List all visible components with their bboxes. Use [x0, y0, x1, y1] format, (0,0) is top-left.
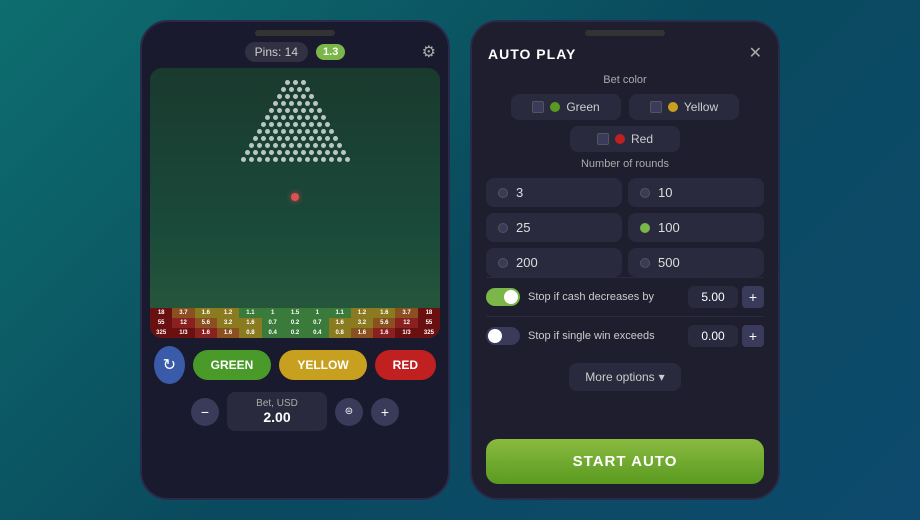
round-3-value: 3: [516, 185, 523, 200]
bet-amount-row: − Bet, USD 2.00 ⊜ +: [154, 392, 436, 431]
single-win-plus[interactable]: +: [742, 325, 764, 347]
left-phone: Pins: 14 1.3 ⚙ 183.71.61.21.111.511.11.2…: [140, 20, 450, 500]
cash-decrease-value[interactable]: 5.00: [688, 286, 738, 308]
rounds-grid: 3 10 25 100 200 500: [486, 178, 764, 277]
score-rows: 183.71.61.21.111.511.11.21.63.718 55125.…: [150, 308, 440, 338]
single-win-value-row: 0.00 +: [684, 325, 764, 347]
red-button[interactable]: RED: [375, 350, 436, 380]
bet-controls: ↻ GREEN YELLOW RED − Bet, USD 2.00 ⊜ +: [142, 338, 448, 439]
red-name: Red: [631, 132, 653, 146]
more-options-button[interactable]: More options ▾: [569, 363, 680, 391]
round-500-value: 500: [658, 255, 680, 270]
right-panel: AUTO PLAY ✕ Bet color Green Yellow Red: [470, 20, 780, 500]
green-button[interactable]: GREEN: [193, 350, 272, 380]
round-option-25[interactable]: 25: [486, 213, 622, 242]
round-100-value: 100: [658, 220, 680, 235]
round-option-500[interactable]: 500: [628, 248, 764, 277]
yellow-selector: [650, 101, 662, 113]
single-win-toggle[interactable]: [486, 327, 520, 345]
color-option-red[interactable]: Red: [570, 126, 680, 152]
rounds-label: Number of rounds: [486, 158, 764, 170]
more-options-label: More options: [585, 370, 654, 384]
round-option-10[interactable]: 10: [628, 178, 764, 207]
refresh-button[interactable]: ↻: [154, 346, 185, 384]
panel-title: AUTO PLAY: [488, 46, 576, 62]
color-option-yellow[interactable]: Yellow: [629, 94, 739, 120]
radio-3: [498, 188, 508, 198]
close-button[interactable]: ✕: [749, 46, 762, 62]
radio-200: [498, 258, 508, 268]
bet-plus-button[interactable]: +: [371, 398, 399, 426]
red-dot: [615, 134, 625, 144]
bet-label: Bet, USD: [247, 398, 307, 409]
cash-decrease-plus[interactable]: +: [742, 286, 764, 308]
red-selector: [597, 133, 609, 145]
single-win-row: Stop if single win exceeds 0.00 +: [486, 316, 764, 355]
bet-color-label: Bet color: [486, 74, 764, 86]
radio-25: [498, 223, 508, 233]
color-buttons: ↻ GREEN YELLOW RED: [154, 346, 436, 384]
round-25-value: 25: [516, 220, 530, 235]
yellow-button[interactable]: YELLOW: [279, 350, 366, 380]
panel-content: Bet color Green Yellow Red Number of rou…: [472, 68, 778, 433]
round-200-value: 200: [516, 255, 538, 270]
single-win-knob: [488, 329, 502, 343]
single-win-value[interactable]: 0.00: [688, 325, 738, 347]
multiplier-badge: 1.3: [316, 44, 345, 60]
settings-icon[interactable]: ⚙: [422, 42, 436, 62]
panel-header: AUTO PLAY ✕: [472, 36, 778, 68]
bet-color-grid: Green Yellow: [486, 94, 764, 120]
game-header: Pins: 14 1.3 ⚙: [142, 36, 448, 68]
single-win-label: Stop if single win exceeds: [528, 329, 676, 343]
round-10-value: 10: [658, 185, 672, 200]
radio-500: [640, 258, 650, 268]
cash-decrease-toggle[interactable]: [486, 288, 520, 306]
yellow-name: Yellow: [684, 100, 718, 114]
cash-decrease-value-row: 5.00 +: [684, 286, 764, 308]
green-dot: [550, 102, 560, 112]
round-option-200[interactable]: 200: [486, 248, 622, 277]
bet-stack-button[interactable]: ⊜: [335, 398, 363, 426]
radio-10: [640, 188, 650, 198]
cash-decrease-knob: [504, 290, 518, 304]
color-option-green[interactable]: Green: [511, 94, 621, 120]
more-options-icon: ▾: [659, 370, 665, 384]
round-option-3[interactable]: 3: [486, 178, 622, 207]
pins-label: Pins: 14: [245, 42, 308, 62]
cash-decrease-row: Stop if cash decreases by 5.00 +: [486, 277, 764, 316]
bet-minus-button[interactable]: −: [191, 398, 219, 426]
green-name: Green: [566, 100, 599, 114]
cash-decrease-label: Stop if cash decreases by: [528, 290, 676, 304]
round-option-100[interactable]: 100: [628, 213, 764, 242]
radio-100: [640, 223, 650, 233]
bet-color-grid-red: Red: [486, 126, 764, 152]
game-area: 183.71.61.21.111.511.11.21.63.718 55125.…: [150, 68, 440, 338]
pins-container: [150, 68, 440, 162]
bet-display: Bet, USD 2.00: [227, 392, 327, 431]
green-selector: [532, 101, 544, 113]
bet-value: 2.00: [247, 409, 307, 425]
ball: [291, 193, 299, 201]
yellow-dot: [668, 102, 678, 112]
start-auto-button[interactable]: START AUTO: [486, 439, 764, 484]
